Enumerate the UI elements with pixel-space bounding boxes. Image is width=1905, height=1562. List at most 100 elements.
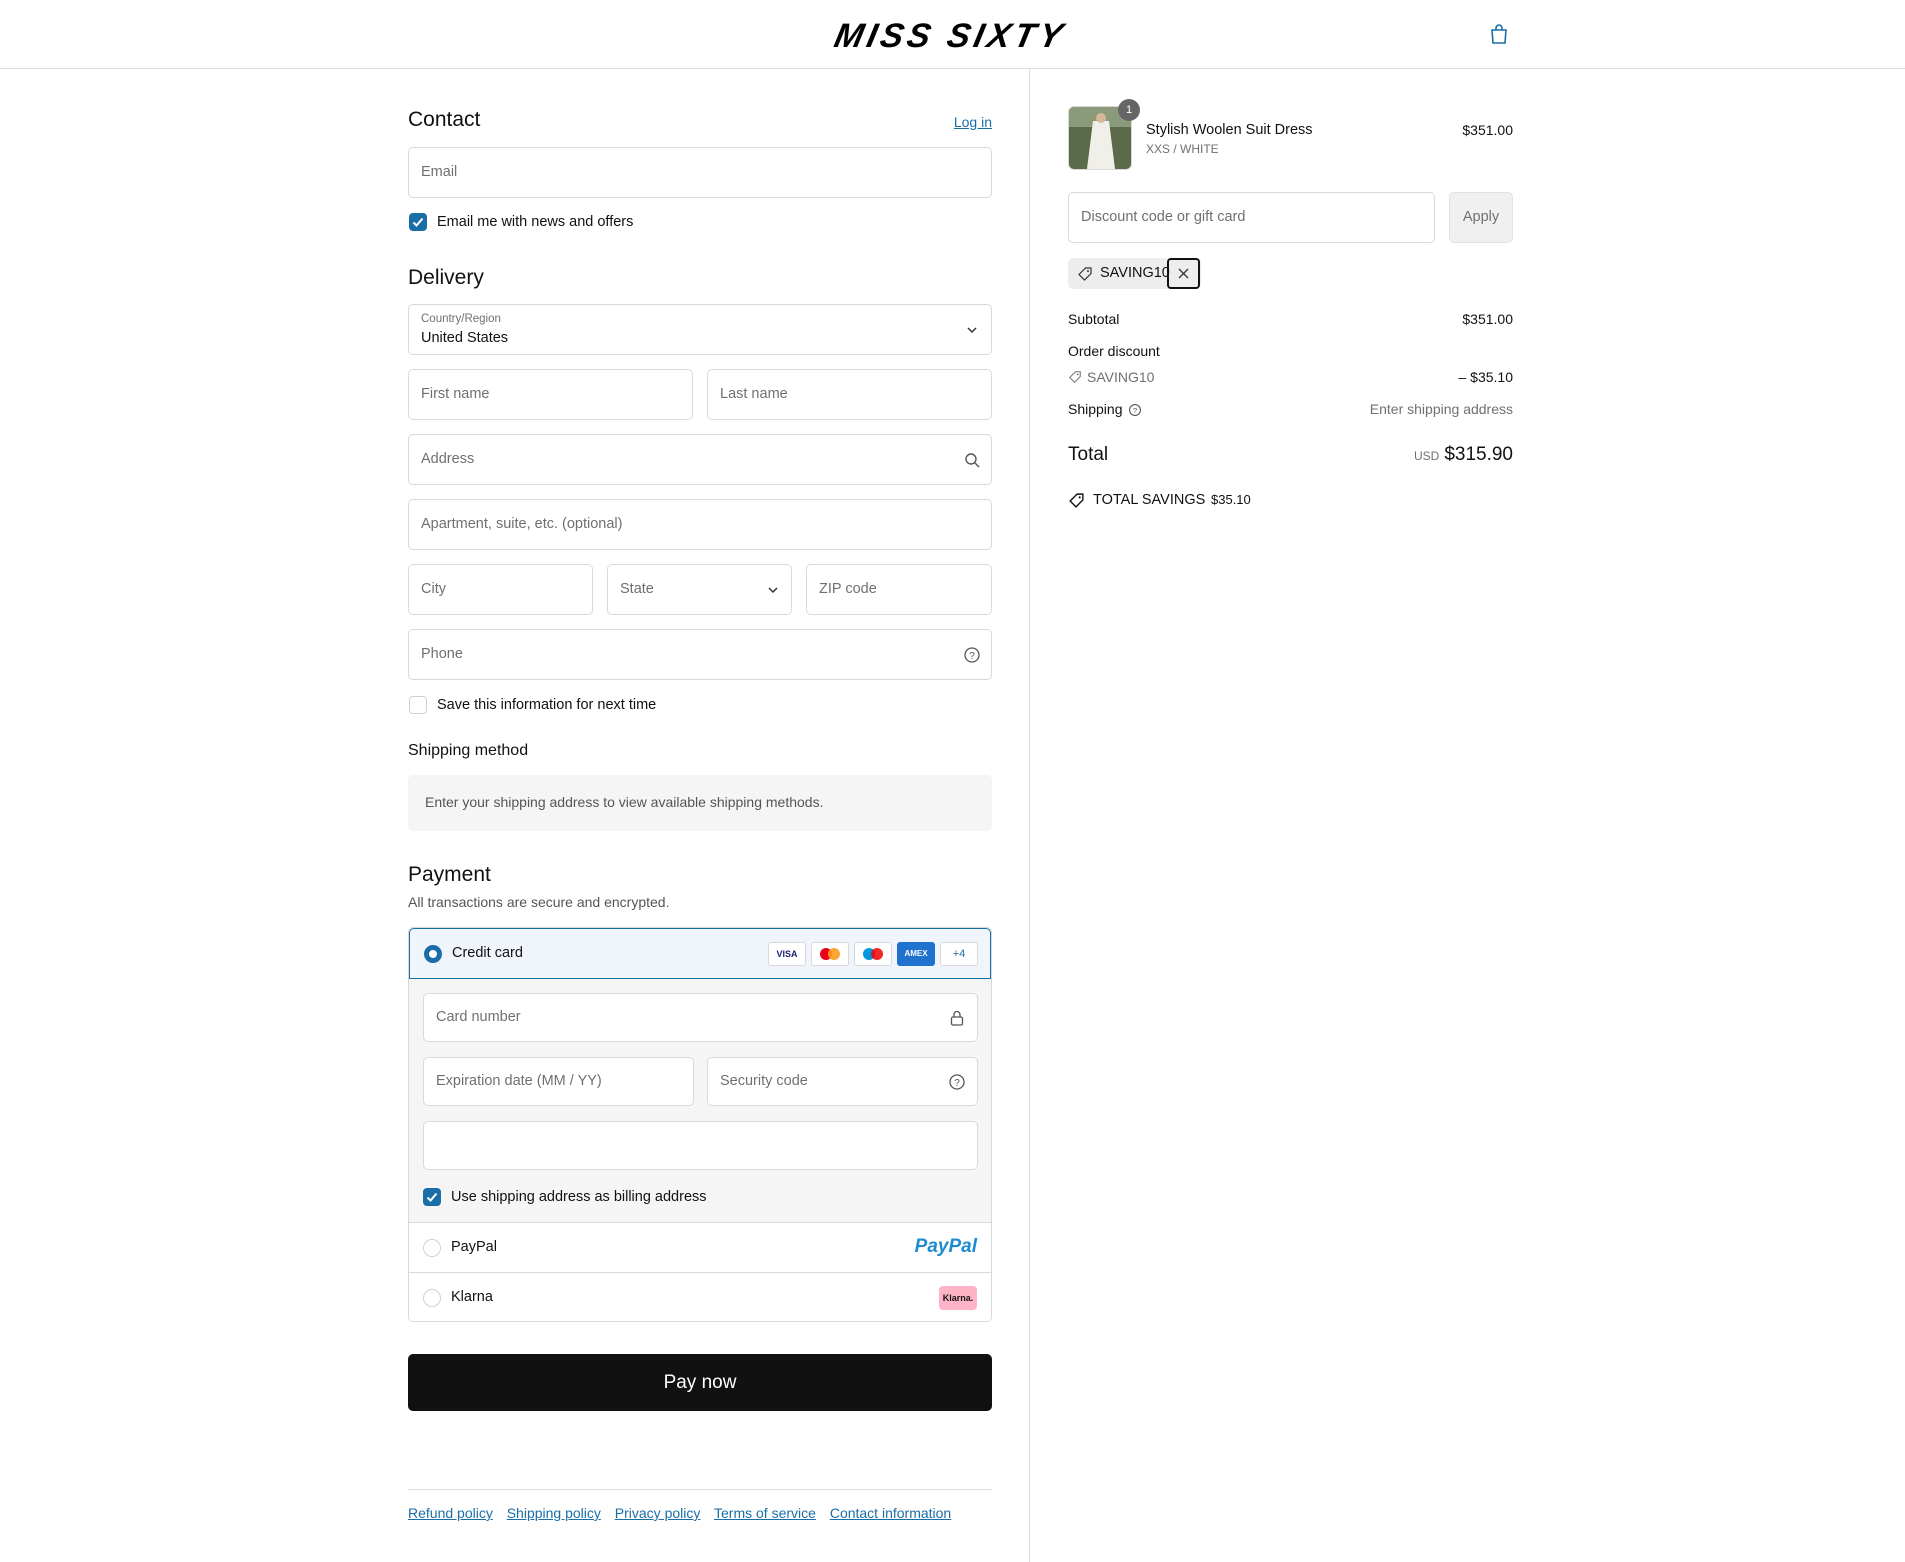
shipping-row: Shipping ? Enter shipping address <box>1068 401 1513 417</box>
shipping-method-note: Enter your shipping address to view avai… <box>425 794 824 810</box>
card-number-field[interactable]: Card number <box>423 993 978 1042</box>
tag-icon <box>1078 267 1092 281</box>
city-placeholder: City <box>421 581 446 597</box>
terms-of-service-link[interactable]: Terms of service <box>714 1505 816 1521</box>
footer-links: Refund policy Shipping policy Privacy po… <box>408 1505 961 1521</box>
order-discount-label: Order discount <box>1068 343 1160 359</box>
security-code-placeholder: Security code <box>720 1073 808 1089</box>
order-discount-row: Order discount <box>1068 343 1513 359</box>
column-divider <box>1029 69 1030 1562</box>
last-name-field[interactable]: Last name <box>707 369 992 420</box>
product-variant: XXS / WHITE <box>1146 142 1219 156</box>
svg-text:?: ? <box>954 1078 960 1089</box>
payment-subtitle: All transactions are secure and encrypte… <box>408 894 670 910</box>
more-cards-badge: +4 <box>940 942 978 966</box>
shipping-method-title: Shipping method <box>408 742 529 759</box>
shipping-policy-link[interactable]: Shipping policy <box>507 1505 601 1521</box>
quantity-badge: 1 <box>1118 99 1140 121</box>
email-placeholder: Email <box>421 164 458 180</box>
subtotal-value: $351.00 <box>1462 311 1513 327</box>
shipping-label: Shipping <box>1068 401 1123 417</box>
applied-code-label: SAVING10 <box>1100 265 1170 281</box>
credit-card-option[interactable]: Credit card VISA AMEX +4 <box>409 928 991 979</box>
chevron-down-icon <box>768 587 778 594</box>
help-circle-icon[interactable]: ? <box>963 646 981 664</box>
klarna-radio[interactable] <box>423 1289 441 1307</box>
refund-policy-link[interactable]: Refund policy <box>408 1505 493 1521</box>
paypal-logo-icon: PayPal <box>914 1236 977 1257</box>
delivery-title: Delivery <box>408 266 484 289</box>
state-placeholder: State <box>620 581 654 597</box>
expiration-placeholder: Expiration date (MM / YY) <box>436 1073 602 1089</box>
subtotal-row: Subtotal $351.00 <box>1068 311 1513 327</box>
lock-icon <box>950 1010 964 1026</box>
last-name-placeholder: Last name <box>720 386 788 402</box>
product-name: Stylish Woolen Suit Dress <box>1146 122 1313 138</box>
billing-checkbox-label: Use shipping address as billing address <box>451 1189 707 1205</box>
site-header: MISS SIXTY <box>0 0 1905 69</box>
discount-code-placeholder: Discount code or gift card <box>1081 209 1246 225</box>
country-select[interactable]: Country/Region United States <box>408 304 992 355</box>
order-summary-panel <box>1030 69 1905 1562</box>
tag-icon <box>1069 493 1084 508</box>
save-info-label: Save this information for next time <box>437 697 657 713</box>
paypal-radio[interactable] <box>423 1239 441 1257</box>
amex-logo-icon: AMEX <box>897 942 935 966</box>
credit-card-label: Credit card <box>452 945 523 961</box>
savings-value: $35.10 <box>1211 492 1251 507</box>
address-field[interactable]: Address <box>408 434 992 485</box>
klarna-option[interactable]: Klarna Klarna. <box>409 1272 991 1321</box>
savings-label: TOTAL SAVINGS <box>1093 492 1206 508</box>
paypal-label: PayPal <box>451 1239 497 1255</box>
discount-code-name: SAVING10 <box>1087 369 1155 385</box>
zip-field[interactable]: ZIP code <box>806 564 992 615</box>
news-checkbox[interactable] <box>409 213 427 231</box>
apartment-field[interactable]: Apartment, suite, etc. (optional) <box>408 499 992 550</box>
billing-checkbox[interactable] <box>423 1188 441 1206</box>
search-icon <box>965 453 980 468</box>
credit-card-radio[interactable] <box>424 945 442 963</box>
help-circle-icon[interactable]: ? <box>948 1073 966 1091</box>
pay-now-button[interactable]: Pay now <box>408 1354 992 1411</box>
contact-title: Contact <box>408 108 481 131</box>
brand-logo[interactable]: MISS SIXTY <box>831 17 1070 56</box>
close-icon <box>1178 268 1189 279</box>
help-circle-icon[interactable]: ? <box>1128 403 1142 417</box>
login-link[interactable]: Log in <box>954 114 992 130</box>
first-name-field[interactable]: First name <box>408 369 693 420</box>
credit-card-form: Card number Expiration date (MM / YY) Se… <box>409 979 991 1222</box>
contact-information-link[interactable]: Contact information <box>830 1505 951 1521</box>
discount-value: – $35.10 <box>1458 369 1514 385</box>
apply-button[interactable]: Apply <box>1449 192 1513 243</box>
country-label: Country/Region <box>421 313 501 325</box>
save-info-checkbox[interactable] <box>409 696 427 714</box>
payment-methods: Credit card VISA AMEX +4 Card number Exp… <box>408 927 992 1322</box>
tag-icon <box>1069 371 1081 383</box>
product-price: $351.00 <box>1462 122 1513 138</box>
security-code-field[interactable]: Security code ? <box>707 1057 978 1106</box>
phone-field[interactable]: Phone ? <box>408 629 992 680</box>
total-value: $315.90 <box>1444 444 1513 465</box>
email-field[interactable]: Email <box>408 147 992 198</box>
name-on-card-field[interactable] <box>423 1121 978 1170</box>
visa-logo-icon: VISA <box>768 942 806 966</box>
expiration-field[interactable]: Expiration date (MM / YY) <box>423 1057 694 1106</box>
first-name-placeholder: First name <box>421 386 490 402</box>
applied-code-tag: SAVING10 <box>1068 258 1201 289</box>
shipping-value: Enter shipping address <box>1369 401 1513 417</box>
shopping-bag-icon[interactable] <box>1487 22 1511 46</box>
klarna-logo-icon: Klarna. <box>939 1286 977 1310</box>
total-currency: USD <box>1413 449 1440 463</box>
privacy-policy-link[interactable]: Privacy policy <box>615 1505 701 1521</box>
address-placeholder: Address <box>421 451 475 467</box>
paypal-option[interactable]: PayPal PayPal <box>409 1222 991 1272</box>
remove-code-button[interactable] <box>1167 258 1200 289</box>
card-number-placeholder: Card number <box>436 1009 521 1025</box>
state-select[interactable]: State <box>607 564 792 615</box>
discount-code-field[interactable]: Discount code or gift card <box>1068 192 1435 243</box>
city-field[interactable]: City <box>408 564 593 615</box>
news-checkbox-label: Email me with news and offers <box>437 214 634 230</box>
total-amount: USD $315.90 <box>1414 444 1513 466</box>
chevron-down-icon <box>967 327 977 334</box>
country-value: United States <box>421 330 509 346</box>
